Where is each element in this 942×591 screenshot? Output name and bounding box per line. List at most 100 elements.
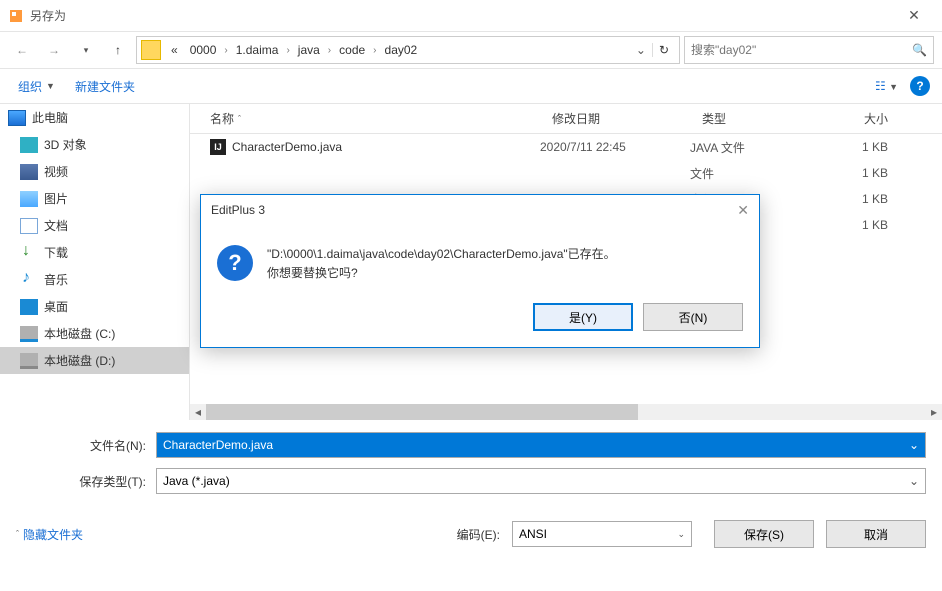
filetype-value: Java (*.java) — [163, 474, 909, 488]
filename-dropdown-icon[interactable]: ⌄ — [909, 438, 919, 452]
horizontal-scrollbar[interactable]: ◂ ▸ — [190, 404, 942, 420]
sidebar-item[interactable]: 本地磁盘 (C:) — [0, 320, 189, 347]
tree-icon — [20, 326, 38, 342]
window-title: 另存为 — [30, 7, 894, 24]
breadcrumb-ellipsis[interactable]: « — [165, 43, 184, 57]
scroll-right-button[interactable]: ▸ — [926, 404, 942, 420]
sidebar-item-label: 本地磁盘 (D:) — [44, 352, 115, 369]
sidebar-item[interactable]: 音乐 — [0, 266, 189, 293]
tree-icon — [20, 164, 38, 180]
tree-icon — [20, 245, 38, 261]
column-date[interactable]: 修改日期 — [540, 110, 690, 127]
sidebar-item[interactable]: 视频 — [0, 158, 189, 185]
sidebar-item[interactable]: 文档 — [0, 212, 189, 239]
save-form: 文件名(N): CharacterDemo.java ⌄ 保存类型(T): Ja… — [0, 420, 942, 512]
dialog-no-button[interactable]: 否(N) — [643, 303, 743, 331]
file-size: 1 KB — [820, 140, 900, 154]
sidebar-item[interactable]: 3D 对象 — [0, 131, 189, 158]
file-date: 2020/7/11 22:45 — [540, 140, 690, 154]
dialog-close-button[interactable]: ✕ — [737, 202, 749, 219]
sidebar-item[interactable]: 桌面 — [0, 293, 189, 320]
chevron-right-icon: › — [371, 45, 378, 56]
filename-label: 文件名(N): — [16, 437, 156, 454]
filename-value: CharacterDemo.java — [163, 438, 909, 452]
chevron-right-icon: › — [284, 45, 291, 56]
sidebar-item-label: 音乐 — [44, 271, 68, 288]
filetype-dropdown-icon[interactable]: ⌄ — [909, 474, 919, 488]
tree-icon — [20, 191, 38, 207]
dialog-message: "D:\0000\1.daima\java\code\day02\Charact… — [267, 245, 616, 283]
folder-icon — [141, 40, 161, 60]
breadcrumb-item[interactable]: 0000 — [184, 43, 223, 57]
column-size[interactable]: 大小 — [820, 110, 900, 127]
save-button[interactable]: 保存(S) — [714, 520, 814, 548]
chevron-right-icon: › — [222, 45, 229, 56]
tree-icon — [20, 137, 38, 153]
address-bar[interactable]: « 0000› 1.daima› java› code› day02 ⌄ ↻ — [136, 36, 680, 64]
file-name: CharacterDemo.java — [232, 140, 342, 154]
file-icon: IJ — [210, 139, 226, 155]
sidebar-item-label: 文档 — [44, 217, 68, 234]
refresh-button[interactable]: ↻ — [652, 43, 675, 57]
dialog-titlebar: EditPlus 3 ✕ — [201, 195, 759, 225]
cancel-button[interactable]: 取消 — [826, 520, 926, 548]
titlebar: 另存为 ✕ — [0, 0, 942, 32]
tree-icon — [20, 272, 38, 288]
sidebar-item-label: 下载 — [44, 244, 68, 261]
file-row[interactable]: 文件1 KB — [190, 160, 942, 186]
sidebar-item[interactable]: 此电脑 — [0, 104, 189, 131]
file-size: 1 KB — [820, 192, 900, 206]
hide-folders-button[interactable]: ˆ 隐藏文件夹 — [16, 526, 83, 543]
tree-icon — [20, 299, 38, 315]
column-name[interactable]: 名称 ˆ — [190, 110, 540, 127]
dialog-yes-button[interactable]: 是(Y) — [533, 303, 633, 331]
encoding-value: ANSI — [519, 527, 677, 541]
organize-button[interactable]: 组织 ▼ — [12, 74, 61, 99]
new-folder-button[interactable]: 新建文件夹 — [69, 74, 141, 99]
scroll-thumb[interactable] — [206, 404, 638, 420]
view-options-button[interactable]: ☷ ▼ — [871, 75, 902, 97]
column-type[interactable]: 类型 — [690, 110, 820, 127]
breadcrumb-item[interactable]: day02 — [379, 43, 424, 57]
filetype-label: 保存类型(T): — [16, 473, 156, 490]
sidebar-item-label: 视频 — [44, 163, 68, 180]
question-icon: ? — [217, 245, 253, 281]
file-row[interactable]: IJ CharacterDemo.java 2020/7/11 22:45JAVA … — [190, 134, 942, 160]
sidebar-item[interactable]: 图片 — [0, 185, 189, 212]
sidebar-item-label: 桌面 — [44, 298, 68, 315]
sidebar-item[interactable]: 下载 — [0, 239, 189, 266]
window-close-button[interactable]: ✕ — [894, 7, 934, 24]
nav-back-button[interactable]: ← — [8, 36, 36, 64]
search-icon[interactable]: 🔍 — [912, 43, 927, 57]
encoding-select[interactable]: ANSI ⌄ — [512, 521, 692, 547]
scroll-left-button[interactable]: ◂ — [190, 404, 206, 420]
breadcrumb-item[interactable]: 1.daima — [230, 43, 285, 57]
address-dropdown-button[interactable]: ⌄ — [630, 43, 652, 57]
sidebar-item-label: 图片 — [44, 190, 68, 207]
encoding-dropdown-icon[interactable]: ⌄ — [677, 529, 685, 540]
file-type: 文件 — [690, 165, 820, 182]
help-button[interactable]: ? — [910, 76, 930, 96]
chevron-right-icon: › — [326, 45, 333, 56]
column-headers: 名称 ˆ 修改日期 类型 大小 — [190, 104, 942, 134]
search-input[interactable] — [691, 43, 912, 57]
sidebar-item-label: 此电脑 — [32, 109, 68, 126]
sidebar-item-label: 本地磁盘 (C:) — [44, 325, 115, 342]
confirm-dialog: EditPlus 3 ✕ ? "D:\0000\1.daima\java\cod… — [200, 194, 760, 348]
sidebar-item[interactable]: 本地磁盘 (D:) — [0, 347, 189, 374]
nav-forward-button: → — [40, 36, 68, 64]
search-box[interactable]: 🔍 — [684, 36, 934, 64]
file-type: JAVA 文件 — [690, 139, 820, 156]
breadcrumb-item[interactable]: java — [292, 43, 326, 57]
tree-icon — [20, 353, 38, 369]
filename-input[interactable]: CharacterDemo.java ⌄ — [156, 432, 926, 458]
footer: ˆ 隐藏文件夹 编码(E): ANSI ⌄ 保存(S) 取消 — [0, 512, 942, 560]
app-icon — [8, 8, 24, 24]
dialog-title: EditPlus 3 — [211, 203, 265, 217]
breadcrumb-item[interactable]: code — [333, 43, 371, 57]
filetype-select[interactable]: Java (*.java) ⌄ — [156, 468, 926, 494]
nav-up-button[interactable]: ↑ — [104, 36, 132, 64]
sort-indicator-icon: ˆ — [238, 114, 241, 124]
nav-recent-button[interactable]: ▾ — [72, 36, 100, 64]
nav-row: ← → ▾ ↑ « 0000› 1.daima› java› code› day… — [0, 32, 942, 68]
